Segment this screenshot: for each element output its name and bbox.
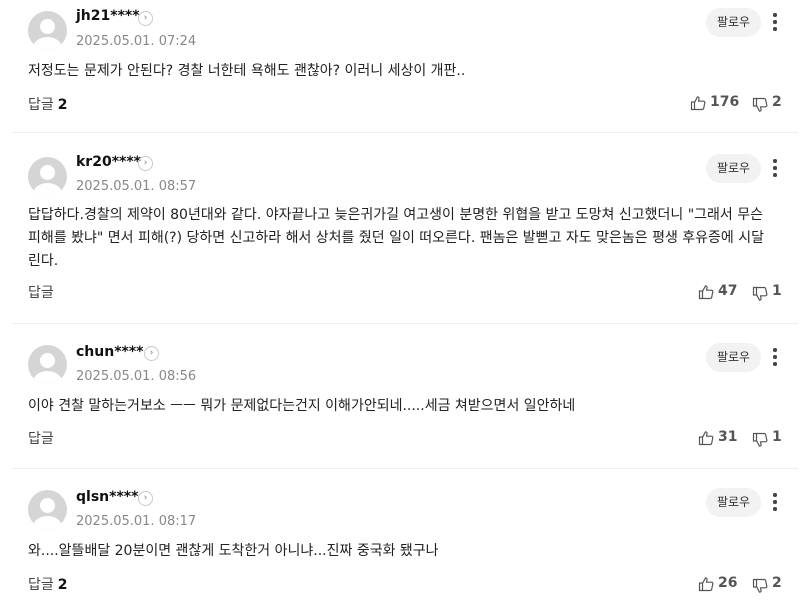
comment-date: 2025.05.01. 08:57 <box>76 179 197 194</box>
dislike-count: 2 <box>772 94 782 110</box>
comment-text: 와....알뜰배달 20분이면 괜찮게 도착한거 아니냐...진짜 중국화 됐구… <box>28 543 439 559</box>
follow-button[interactable]: 팔로우 <box>706 343 761 372</box>
comment-date: 2025.05.01. 07:24 <box>76 34 197 49</box>
reply-label: 답글 <box>28 285 54 301</box>
dislike-count: 2 <box>772 575 782 591</box>
chevron-right-icon[interactable]: › <box>144 346 159 361</box>
thumbs-down-icon[interactable] <box>752 286 768 302</box>
more-options-icon[interactable] <box>767 490 783 514</box>
follow-button[interactable]: 팔로우 <box>706 488 761 517</box>
avatar[interactable] <box>28 157 67 196</box>
username[interactable]: kr20**** <box>76 154 141 170</box>
comment-text: 저정도는 문제가 안된다? 경찰 너한테 욕해도 괜찮아? 이러니 세상이 개판… <box>28 63 466 79</box>
chevron-right-icon[interactable]: › <box>138 491 153 506</box>
comment-list: jh21**** › 2025.05.01. 07:24 팔로우 저정도는 문제… <box>0 0 812 616</box>
comment-item: kr20**** › 2025.05.01. 08:57 팔로우 답답하다.경찰… <box>12 134 798 324</box>
username[interactable]: chun**** <box>76 344 143 360</box>
comment-text: 이야 견찰 말하는거보소 ㅡㅡ 뭐가 문제없다는건지 이해가안되네.....세금… <box>28 398 576 414</box>
comment-item: qlsn**** › 2025.05.01. 08:17 팔로우 와....알뜰… <box>12 470 798 616</box>
thumbs-down-icon[interactable] <box>752 432 768 448</box>
more-options-icon[interactable] <box>767 156 783 180</box>
reply-count: 2 <box>57 577 68 593</box>
thumbs-up-icon[interactable] <box>698 576 714 592</box>
like-count: 47 <box>718 283 738 299</box>
comment-text: 답답하다.경찰의 제약이 80년대와 같다. 야자끝나고 늦은귀가길 여고생이 … <box>28 207 765 269</box>
chevron-right-icon[interactable]: › <box>138 11 153 26</box>
thumbs-down-icon[interactable] <box>752 578 768 594</box>
reply-label: 답글 <box>28 577 54 593</box>
username[interactable]: jh21**** <box>76 8 140 24</box>
dislike-count: 1 <box>772 429 782 445</box>
comment-item: chun**** › 2025.05.01. 08:56 팔로우 이야 견찰 말… <box>12 325 798 469</box>
thumbs-up-icon[interactable] <box>698 430 714 446</box>
follow-button[interactable]: 팔로우 <box>706 154 761 183</box>
like-count: 31 <box>718 429 738 445</box>
thumbs-down-icon[interactable] <box>752 97 768 113</box>
thumbs-up-icon[interactable] <box>690 95 706 111</box>
reply-button[interactable]: 답글 2 <box>28 574 68 594</box>
comment-date: 2025.05.01. 08:56 <box>76 369 197 384</box>
more-options-icon[interactable] <box>767 345 783 369</box>
follow-button[interactable]: 팔로우 <box>706 8 761 37</box>
like-count: 26 <box>718 575 738 591</box>
reply-label: 답글 <box>28 97 54 113</box>
username[interactable]: qlsn**** <box>76 489 138 505</box>
comment-item: jh21**** › 2025.05.01. 07:24 팔로우 저정도는 문제… <box>12 0 798 133</box>
reply-button[interactable]: 답글 <box>28 282 58 302</box>
reply-button[interactable]: 답글 <box>28 428 58 448</box>
more-options-icon[interactable] <box>767 10 783 34</box>
chevron-right-icon[interactable]: › <box>138 156 153 171</box>
reply-count: 2 <box>57 97 68 113</box>
avatar[interactable] <box>28 11 67 50</box>
reply-label: 답글 <box>28 431 54 447</box>
thumbs-up-icon[interactable] <box>698 284 714 300</box>
avatar[interactable] <box>28 490 67 529</box>
reply-button[interactable]: 답글 2 <box>28 94 68 114</box>
like-count: 176 <box>710 94 740 110</box>
avatar[interactable] <box>28 345 67 384</box>
dislike-count: 1 <box>772 283 782 299</box>
comment-date: 2025.05.01. 08:17 <box>76 514 197 529</box>
